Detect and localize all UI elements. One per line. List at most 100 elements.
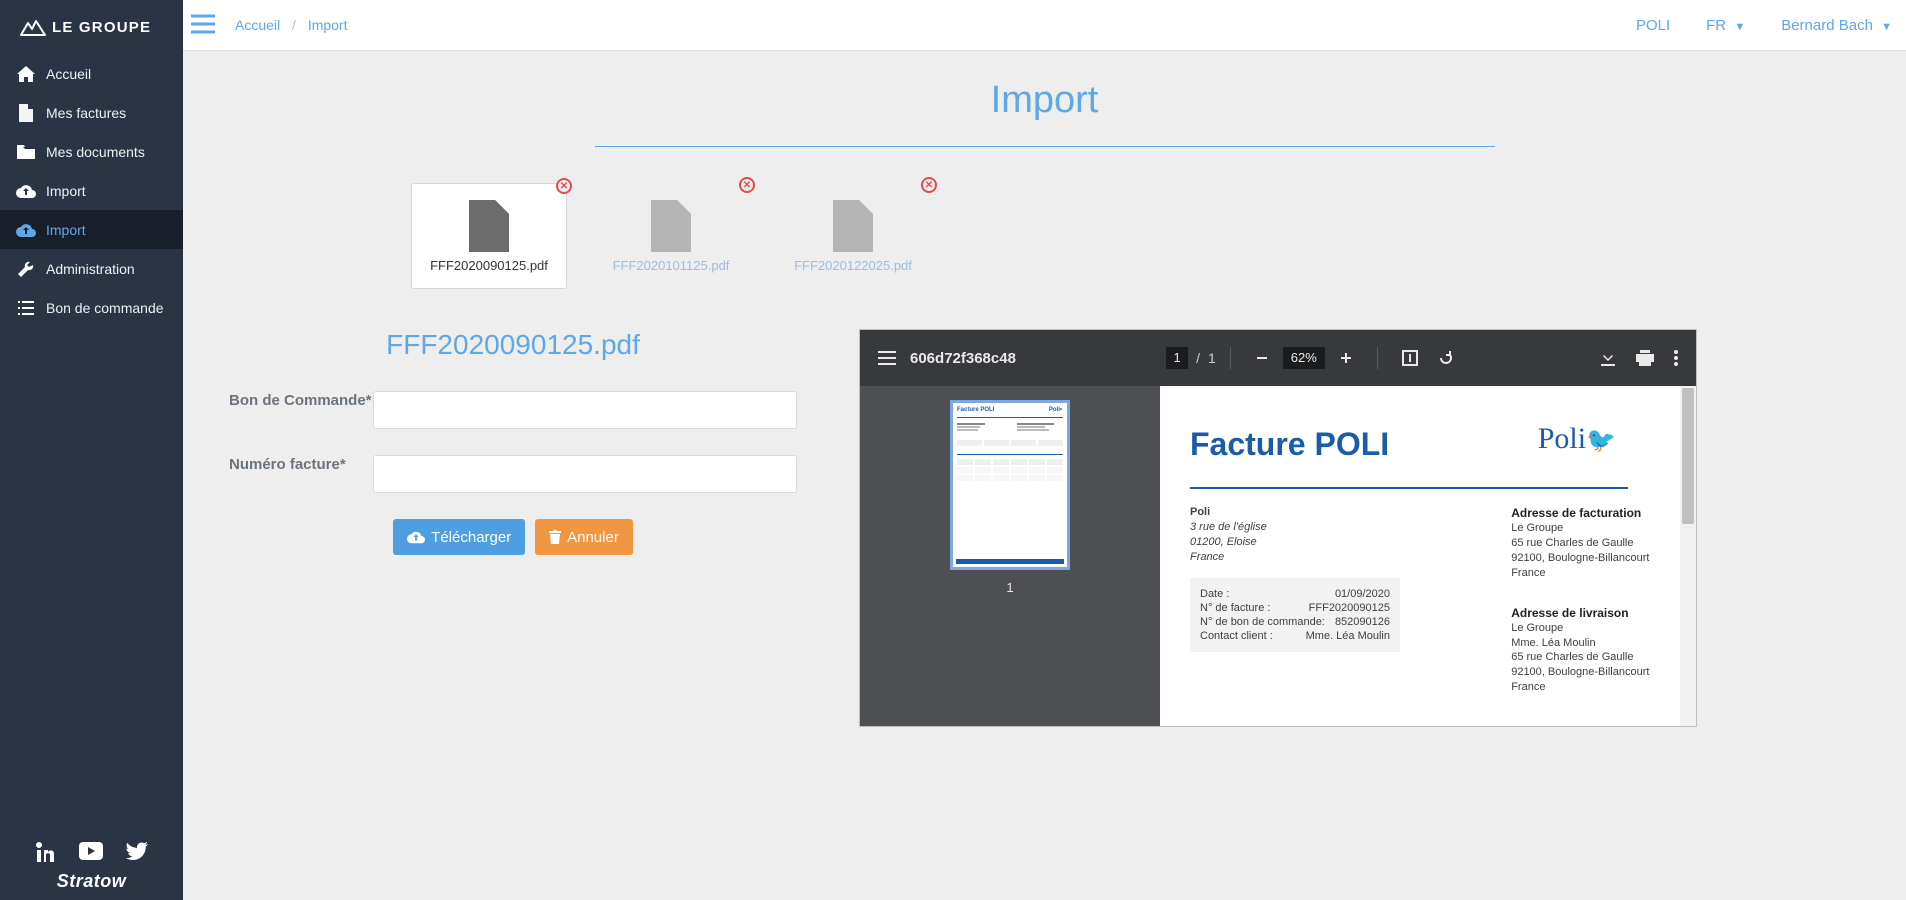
numero-facture-input[interactable] <box>373 455 797 493</box>
file-icon <box>833 200 873 252</box>
cancel-button-label: Annuler <box>567 529 619 546</box>
org-switcher[interactable]: POLI <box>1636 17 1670 34</box>
youtube-icon[interactable] <box>79 842 103 865</box>
app-logo: LE GROUPE <box>0 0 183 54</box>
chevron-down-icon: ▼ <box>1881 21 1892 33</box>
logo-text: LE GROUPE <box>52 19 151 36</box>
title-rule <box>595 146 1495 147</box>
menu-toggle-icon[interactable] <box>191 14 215 37</box>
print-icon[interactable] <box>1626 350 1664 366</box>
sidebar-item-import-active[interactable]: Import <box>0 210 183 249</box>
folder-icon <box>16 145 36 159</box>
bon-commande-input[interactable] <box>373 391 797 429</box>
user-name: Bernard Bach <box>1781 17 1873 34</box>
pdf-current-page[interactable]: 1 <box>1166 347 1188 369</box>
sidebar-item-documents[interactable]: Mes documents <box>0 132 183 171</box>
sidebar-item-bon-commande[interactable]: Bon de commande <box>0 288 183 327</box>
lang-switcher[interactable]: FR ▼ <box>1706 17 1745 34</box>
doc-shipping-heading: Adresse de livraison <box>1511 605 1666 621</box>
pdf-page-separator: / <box>1196 350 1200 366</box>
doc-bill-line: 92100, Boulogne-Billancourt <box>1511 551 1666 566</box>
doc-seller-addr: France <box>1190 550 1451 565</box>
sidebar-item-label: Mes factures <box>46 105 126 121</box>
sidebar-item-factures[interactable]: Mes factures <box>0 93 183 132</box>
doc-bill-line: 65 rue Charles de Gaulle <box>1511 536 1666 551</box>
remove-file-icon[interactable]: ✕ <box>556 178 572 194</box>
doc-bill-line: France <box>1511 566 1666 581</box>
pdf-scrollbar[interactable] <box>1680 386 1696 726</box>
doc-ship-line: France <box>1511 680 1666 695</box>
pdf-thumb-page-number: 1 <box>1006 580 1013 595</box>
linkedin-icon[interactable] <box>36 842 56 865</box>
topbar: Accueil / Import POLI FR ▼ Bernard Bach … <box>183 0 1906 51</box>
file-thumb-selected[interactable]: ✕ FFF2020090125.pdf <box>411 183 567 289</box>
doc-ship-line: 92100, Boulogne-Billancourt <box>1511 665 1666 680</box>
page-title: Import <box>183 79 1906 122</box>
sidebar-item-label: Bon de commande <box>46 300 164 316</box>
remove-file-icon[interactable]: ✕ <box>739 177 755 193</box>
file-name: FFF2020101125.pdf <box>613 258 730 273</box>
zoom-out-icon[interactable] <box>1245 351 1279 365</box>
zoom-in-icon[interactable] <box>1329 351 1363 365</box>
lang-label: FR <box>1706 17 1726 34</box>
cloud-upload-icon <box>16 184 36 198</box>
sidebar-item-label: Mes documents <box>46 144 145 160</box>
file-name: FFF2020122025.pdf <box>794 258 912 273</box>
import-form: FFF2020090125.pdf Bon de Commande* Numér… <box>183 329 837 555</box>
home-icon <box>16 66 36 82</box>
breadcrumb-home[interactable]: Accueil <box>235 17 280 33</box>
rotate-icon[interactable] <box>1428 350 1464 366</box>
twitter-icon[interactable] <box>126 842 148 865</box>
doc-ship-line: 65 rue Charles de Gaulle <box>1511 650 1666 665</box>
sidebar-item-label: Import <box>46 183 86 199</box>
doc-info-box: Date :01/09/2020 N° de facture :FFF20200… <box>1190 578 1400 652</box>
sidebar: LE GROUPE Accueil Mes factures Mes docum… <box>0 0 183 900</box>
list-icon <box>16 301 36 315</box>
cloud-upload-icon <box>407 530 425 544</box>
file-thumbnails: ✕ FFF2020090125.pdf ✕ FFF2020101125.pdf … <box>411 183 1906 289</box>
doc-seller-addr: 3 rue de l'église <box>1190 520 1451 535</box>
pdf-sidebar-toggle-icon[interactable] <box>868 351 906 365</box>
sidebar-item-accueil[interactable]: Accueil <box>0 54 183 93</box>
bon-commande-label: Bon de Commande* <box>229 391 373 411</box>
file-thumb[interactable]: ✕ FFF2020122025.pdf <box>775 183 931 289</box>
doc-seller-addr: 01200, Eloise <box>1190 535 1451 550</box>
upload-button[interactable]: Télécharger <box>393 519 525 555</box>
sidebar-item-administration[interactable]: Administration <box>0 249 183 288</box>
doc-ship-line: Le Groupe <box>1511 621 1666 636</box>
file-icon <box>469 200 509 252</box>
cancel-button[interactable]: Annuler <box>535 519 633 555</box>
fit-page-icon[interactable] <box>1392 350 1428 366</box>
more-icon[interactable] <box>1664 350 1688 366</box>
pdf-viewer: 606d72f368c48 1 / 1 62% <box>859 329 1697 727</box>
sidebar-item-import[interactable]: Import <box>0 171 183 210</box>
wrench-icon <box>16 261 36 277</box>
download-icon[interactable] <box>1590 350 1626 366</box>
pdf-title: 606d72f368c48 <box>910 350 1016 367</box>
sidebar-item-label: Accueil <box>46 66 91 82</box>
logo-mountain-icon <box>20 18 46 36</box>
doc-seller-name: Poli <box>1190 505 1451 520</box>
doc-bill-line: Le Groupe <box>1511 521 1666 536</box>
chevron-down-icon: ▼ <box>1734 21 1745 33</box>
upload-button-label: Télécharger <box>431 529 511 546</box>
pdf-page-thumbnail[interactable]: Facture POLI Poli• <box>950 400 1070 570</box>
pdf-zoom-level[interactable]: 62% <box>1283 347 1325 369</box>
doc-billing-heading: Adresse de facturation <box>1511 505 1666 521</box>
sidebar-item-label: Administration <box>46 261 135 277</box>
breadcrumb-separator: / <box>292 17 296 33</box>
pdf-page-view[interactable]: Facture POLI Poli🐦 Poli 3 rue <box>1160 386 1696 726</box>
pdf-toolbar: 606d72f368c48 1 / 1 62% <box>860 330 1696 386</box>
breadcrumb-current[interactable]: Import <box>308 17 348 33</box>
pdf-total-pages: 1 <box>1208 350 1216 366</box>
breadcrumb: Accueil / Import <box>235 17 348 33</box>
sidebar-item-label: Import <box>46 222 86 238</box>
form-title: FFF2020090125.pdf <box>229 329 797 361</box>
file-icon <box>16 104 36 122</box>
remove-file-icon[interactable]: ✕ <box>921 177 937 193</box>
file-thumb[interactable]: ✕ FFF2020101125.pdf <box>593 183 749 289</box>
numero-facture-label: Numéro facture* <box>229 455 373 475</box>
footer-brand: Stratow <box>0 871 183 892</box>
trash-icon <box>549 530 561 544</box>
user-menu[interactable]: Bernard Bach ▼ <box>1781 17 1892 34</box>
